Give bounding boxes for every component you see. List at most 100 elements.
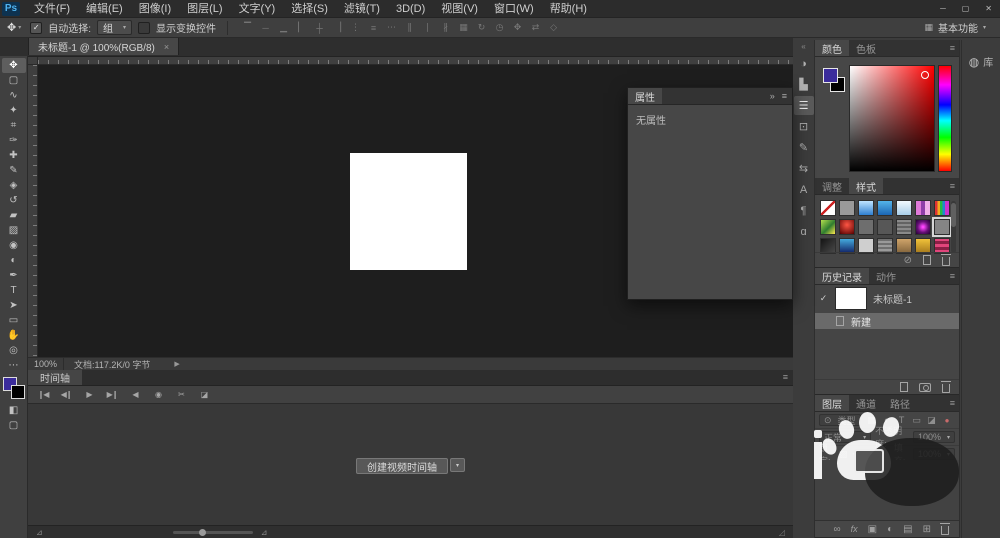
tab-channels[interactable]: 通道 (849, 395, 883, 411)
tool-presets-panel-icon[interactable]: ⇆ (794, 159, 814, 178)
pen-tool[interactable]: ✒ (2, 268, 26, 283)
3d-scale-icon[interactable]: ◇ (545, 20, 562, 35)
fill-field[interactable]: 100% ▾ (912, 448, 955, 460)
distribute-right-edges-icon[interactable]: ∦ (437, 20, 454, 35)
audio-mute-button[interactable]: ◉ (147, 388, 169, 402)
eyedropper-tool[interactable]: ✑ (2, 133, 26, 148)
adjustments-panel-icon[interactable]: ◑ (794, 54, 814, 73)
distribute-top-edges-icon[interactable]: ⋮ (347, 20, 364, 35)
3d-drag-icon[interactable]: ✥ (509, 20, 526, 35)
menu-item[interactable]: 帮助(H) (542, 0, 595, 18)
tab-layers[interactable]: 图层 (815, 395, 849, 411)
style-swatch[interactable] (877, 219, 893, 235)
tab-paths[interactable]: 路径 (883, 395, 917, 411)
3d-slide-icon[interactable]: ⇄ (527, 20, 544, 35)
hue-slider[interactable] (938, 65, 952, 172)
menu-item[interactable]: 文件(F) (26, 0, 78, 18)
foreground-color-swatch[interactable] (823, 68, 838, 83)
status-options-arrow-icon[interactable]: ▶ (174, 360, 179, 368)
distribute-vertical-centers-icon[interactable]: ≡ (365, 20, 382, 35)
filter-smart-objects-icon[interactable]: ◪ (925, 415, 939, 426)
auto-select-checkbox[interactable]: ✓ (30, 21, 43, 34)
character-panel-icon[interactable]: A (794, 180, 814, 199)
type-tool[interactable]: T (2, 283, 26, 298)
style-swatch[interactable] (858, 200, 874, 216)
style-swatch[interactable] (820, 200, 836, 216)
distribute-left-edges-icon[interactable]: ∥ (401, 20, 418, 35)
lock-position-icon[interactable]: ✛ (851, 449, 861, 460)
clone-source-panel-icon[interactable]: ⊡ (794, 117, 814, 136)
create-timeline-dropdown-icon[interactable]: ▾ (450, 458, 465, 472)
link-layers-button[interactable]: ∞ (834, 524, 841, 535)
menu-item[interactable]: 3D(D) (388, 0, 433, 18)
screen-mode-button[interactable]: ▢ (2, 418, 26, 433)
new-group-button[interactable]: ▤ (903, 524, 912, 535)
go-to-previous-button[interactable]: ◀ (124, 388, 146, 402)
new-adjustment-layer-button[interactable]: ◐ (887, 524, 893, 535)
menu-item[interactable]: 编辑(E) (78, 0, 131, 18)
quick-mask-button[interactable]: ◧ (2, 403, 26, 418)
style-swatch[interactable] (932, 217, 952, 237)
hand-tool[interactable]: ✋ (2, 328, 26, 343)
marquee-tool[interactable]: ▢ (2, 73, 26, 88)
style-swatch[interactable] (915, 200, 931, 216)
align-top-edges-icon[interactable]: ▔ (239, 20, 256, 35)
crop-tool[interactable]: ⌗ (2, 118, 26, 133)
align-right-edges-icon[interactable]: ▕ (329, 20, 346, 35)
more-tools[interactable]: ⋯ (2, 358, 26, 373)
brush-settings-panel-icon[interactable]: ✎ (794, 138, 814, 157)
close-button[interactable]: ✕ (985, 4, 992, 13)
current-tool-icon[interactable]: ✥ ▾ (4, 21, 24, 34)
3d-rotate-icon[interactable]: ↻ (473, 20, 490, 35)
healing-brush-tool[interactable]: ✚ (2, 148, 26, 163)
delete-layer-button[interactable] (940, 523, 950, 535)
distribute-horizontal-centers-icon[interactable]: ∣ (419, 20, 436, 35)
opacity-field[interactable]: 100% ▾ (912, 431, 955, 443)
timeline-zoom-slider[interactable] (172, 528, 253, 536)
expand-panels-icon[interactable]: « (801, 42, 805, 52)
lock-transparency-icon[interactable]: ▨ (838, 449, 848, 460)
tab-adjustments[interactable]: 调整 (815, 178, 849, 194)
panel-menu-icon[interactable]: ≡ (950, 43, 955, 53)
zoom-level-field[interactable]: 100% (28, 358, 65, 370)
3d-roll-icon[interactable]: ◷ (491, 20, 508, 35)
show-transform-checkbox[interactable] (138, 21, 151, 34)
history-source-check-icon[interactable]: ✓ (818, 293, 829, 304)
timeline-zoom-out-icon[interactable]: ⊿ (36, 528, 43, 537)
saturation-brightness-field[interactable] (849, 65, 935, 172)
timeline-zoom-in-icon[interactable]: ⊿ (261, 528, 268, 537)
lock-image-icon[interactable]: ◻ (864, 449, 874, 460)
style-swatch[interactable] (915, 219, 931, 235)
align-horizontal-centers-icon[interactable]: ┼ (311, 20, 328, 35)
panel-menu-icon[interactable]: ≡ (950, 271, 955, 281)
blur-tool[interactable]: ◉ (2, 238, 26, 253)
properties-panel-icon[interactable]: ☰ (793, 96, 814, 115)
style-swatch[interactable] (858, 219, 874, 235)
menu-item[interactable]: 图层(L) (179, 0, 230, 18)
document-tab[interactable]: 未标题-1 @ 100%(RGB/8) × (28, 38, 180, 55)
next-frame-button[interactable]: ▶❙ (101, 388, 123, 402)
style-swatch[interactable] (820, 219, 836, 235)
clone-stamp-tool[interactable]: ◈ (2, 178, 26, 193)
layer-list[interactable] (815, 460, 959, 520)
style-swatch[interactable] (934, 200, 950, 216)
panel-menu-icon[interactable]: ≡ (950, 181, 955, 191)
tab-actions[interactable]: 动作 (869, 268, 903, 284)
quick-selection-tool[interactable]: ✦ (2, 103, 26, 118)
panel-menu-icon[interactable]: ≡ (782, 91, 787, 101)
menu-item[interactable]: 窗口(W) (486, 0, 542, 18)
menu-item[interactable]: 视图(V) (433, 0, 486, 18)
clear-style-button[interactable]: ⊘ (904, 255, 912, 266)
style-swatch[interactable] (877, 200, 893, 216)
transition-button[interactable]: ◪ (193, 388, 215, 402)
brush-tool[interactable]: ✎ (2, 163, 26, 178)
style-swatch[interactable] (839, 219, 855, 235)
add-layer-mask-button[interactable]: ▣ (868, 524, 877, 535)
resize-corner-icon[interactable]: ◿ (779, 528, 785, 537)
tab-history[interactable]: 历史记录 (815, 268, 869, 284)
play-button[interactable]: ▶ (78, 388, 100, 402)
maximize-button[interactable]: ▢ (962, 4, 970, 13)
glyphs-panel-icon[interactable]: ɑ (794, 222, 814, 241)
move-tool[interactable]: ✥ (1, 58, 26, 73)
lasso-tool[interactable]: ∿ (2, 88, 26, 103)
